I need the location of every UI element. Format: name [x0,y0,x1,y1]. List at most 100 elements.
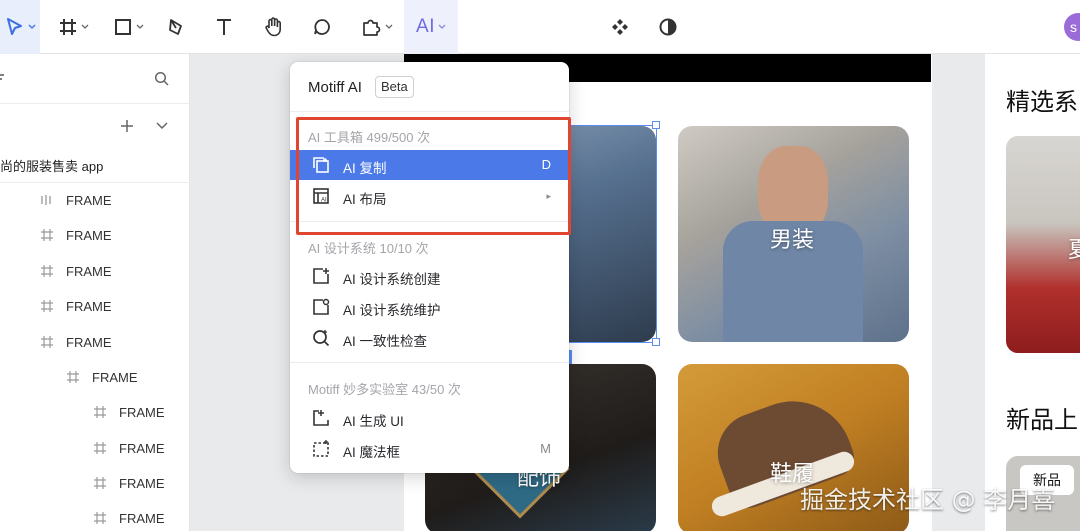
chevron-down-icon [28,24,35,29]
highlight-annotation [296,117,571,235]
cursor-icon [6,18,22,35]
layer-item[interactable]: FRAME [40,223,112,247]
section-header-design-system: AI 设计系统 10/10 次 [308,241,429,256]
resize-handle[interactable] [652,338,660,346]
layer-label: FRAME [66,334,112,350]
layer-item[interactable]: FRAME [40,188,112,212]
menu-item-magic-box[interactable]: AI 魔法框 M [290,434,569,464]
hash-icon [59,19,76,35]
menu-item-ds-maintain[interactable]: AI 设计系统维护 [290,292,569,322]
divider [290,362,569,363]
category-card-menswear[interactable]: 男装 [678,126,909,342]
section-heading-new: 新品上 [1006,406,1078,434]
layer-label: FRAME [119,475,165,491]
avatar-letter: s [1070,19,1077,35]
menu-item-label: AI 设计系统创建 [343,272,441,287]
hash-icon [41,336,53,348]
hash-icon [41,265,53,277]
divider [290,111,569,112]
layer-label: FRAME [119,404,165,420]
layer-item[interactable]: FRAME [40,330,112,354]
hash-icon [41,300,53,312]
shortcut-label: M [540,441,551,456]
pen-tool-button[interactable] [160,0,192,54]
divider [0,103,190,104]
section-header-lab: Motiff 妙多实验室 43/50 次 [308,382,461,397]
generate-ui-icon [313,410,329,426]
layer-label: FRAME [66,192,112,208]
consistency-check-icon [313,330,330,347]
chevron-down-icon [385,24,392,29]
hash-icon [94,477,106,489]
menu-item-label: AI 生成 UI [343,414,404,429]
puzzle-icon [362,19,380,36]
layer-item[interactable]: FRAME [93,471,165,495]
hash-icon [41,229,53,241]
chevron-down-icon [136,24,143,29]
text-tool-button[interactable] [208,0,240,54]
components-button[interactable] [604,0,636,54]
beta-badge: Beta [375,76,414,98]
chevron-down-icon [438,24,446,29]
ai-label: AI [416,16,435,37]
layer-item[interactable]: FRAME [66,365,138,389]
layer-label: FRAME [66,298,112,314]
contrast-icon [659,18,677,36]
hand-icon [265,17,281,37]
section-heading-featured: 精选系 [1006,88,1078,116]
menu-item-label: AI 一致性检查 [343,334,428,349]
card-label: 男装 [770,228,815,253]
rectangle-tool-button[interactable] [108,0,148,54]
layer-item[interactable]: FRAME [93,436,165,460]
comment-icon [314,19,330,35]
hash-icon [94,406,106,418]
menu-item-ds-create[interactable]: AI 设计系统创建 [290,261,569,291]
hash-icon [94,442,106,454]
layer-item[interactable]: FRAME [40,259,112,283]
pen-icon [169,19,182,35]
layer-label: FRAME [119,510,165,526]
theme-toggle-button[interactable] [652,0,684,54]
ds-create-icon [313,268,329,284]
text-icon [217,19,231,35]
featured-card[interactable]: 夏 [1006,136,1080,353]
layer-label: FRAME [66,227,112,243]
menu-item-label: AI 设计系统维护 [343,303,441,318]
magic-box-icon [313,440,329,457]
top-toolbar: AI s [0,0,1080,54]
ds-maintain-icon [313,298,330,315]
chevron-down-icon[interactable] [156,122,168,130]
move-tool-button[interactable] [0,0,40,54]
project-name[interactable]: 尚的服装售卖 app [0,156,103,175]
menu-title: Motiff AI [308,79,362,96]
card-label: 夏 [1068,238,1080,263]
resize-handle[interactable] [652,121,660,129]
plugin-tool-button[interactable] [354,0,398,54]
layer-label: FRAME [92,369,138,385]
layer-item[interactable]: FRAME [40,294,112,318]
layers-panel: 尚的服装售卖 app FRAME FRAME FRAME FRAME FRAME… [0,54,190,531]
ai-menu-button[interactable]: AI [404,0,458,54]
watermark: 掘金技术社区 @ 李月喜 [800,486,1056,514]
plus-icon[interactable] [120,119,134,133]
sort-icon[interactable] [0,72,6,82]
hash-icon [94,512,106,524]
hash-icon [67,371,79,383]
menu-item-consistency-check[interactable]: AI 一致性检查 [290,323,569,353]
comment-tool-button[interactable] [306,0,338,54]
layer-item[interactable]: FRAME [93,506,165,530]
square-icon [114,19,131,35]
hand-tool-button[interactable] [258,0,290,54]
chevron-down-icon [81,24,88,29]
layer-label: FRAME [119,440,165,456]
divider [0,182,190,183]
layer-label: FRAME [66,263,112,279]
user-avatar[interactable]: s [1064,13,1080,41]
menu-item-label: AI 魔法框 [343,445,401,460]
column-frame-icon [41,195,51,205]
search-icon[interactable] [154,71,170,87]
frame-tool-button[interactable] [52,0,94,54]
menu-item-generate-ui[interactable]: AI 生成 UI [290,403,569,433]
layer-item[interactable]: FRAME [93,400,165,424]
component-icon [612,19,628,35]
